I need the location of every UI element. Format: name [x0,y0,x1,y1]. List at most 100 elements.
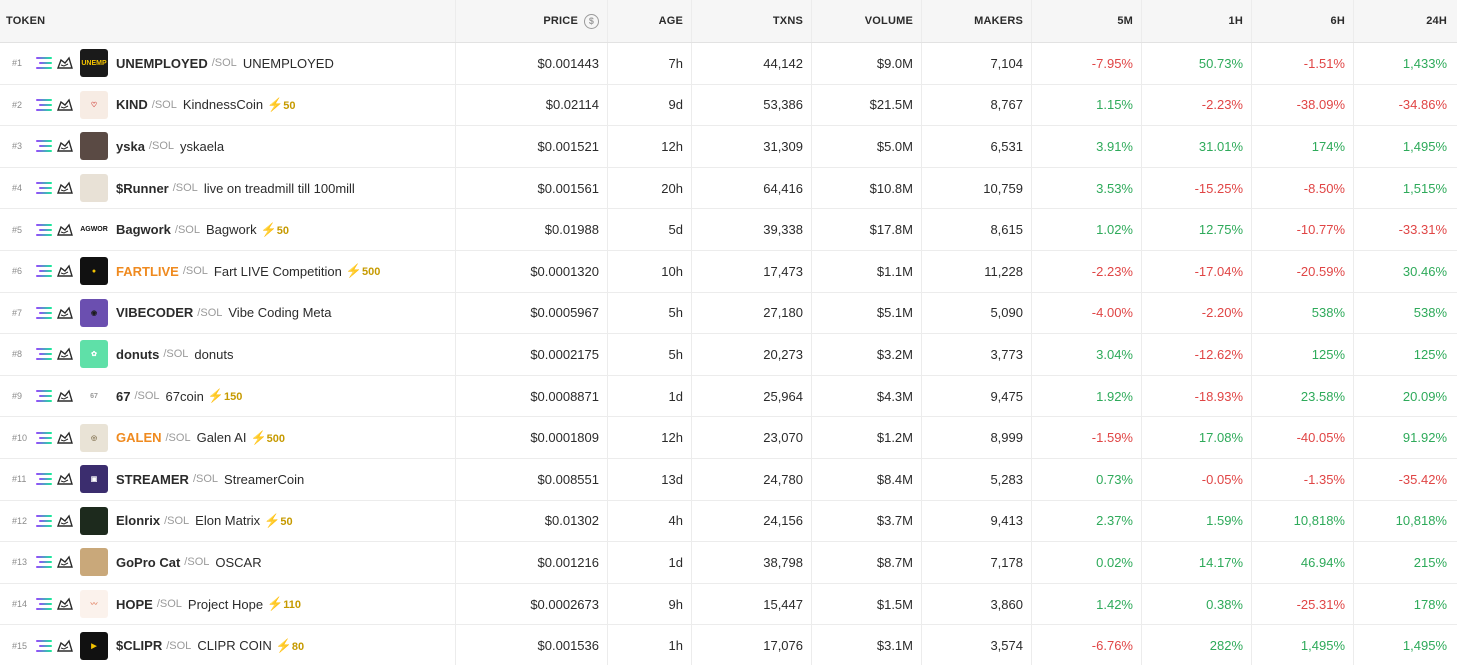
token-avatar: ◉ [80,298,108,327]
token-avatar: ◎ [80,423,108,452]
volume-cell: $5.1M [812,292,922,334]
token-cell[interactable]: #1 UNEMP UNEMPLOYED /SOL UNEMPLOYED [0,43,456,84]
token-cell[interactable]: #10 ◎ GALEN /SOL Galen AI ⚡500 [0,417,456,458]
token-cell[interactable]: #6 ● FARTLIVE /SOL Fart LIVE Competition… [0,250,456,292]
header-5m-label: 5M [1117,15,1133,27]
quote-symbol: /SOL [211,57,237,70]
token-avatar-glyph: ● [91,267,97,275]
change-6h-value: 46.94% [1300,554,1345,570]
table-row[interactable]: #9 67 67 /SOL 67coin ⚡150 $0.0008871 1d … [0,375,1457,418]
solana-chain-icon [36,223,52,237]
token-cell[interactable]: #12 Elonrix /SOL Elon Matrix ⚡50 [0,500,456,542]
txns-cell: 17,076 [692,625,812,665]
table-row[interactable]: #3 yska /SOL yskaela $0.001521 12h 31,30… [0,126,1457,168]
solana-chain-icon [36,472,52,486]
change-6h-cell: -25.31% [1252,583,1354,625]
header-5m[interactable]: 5M [1032,0,1142,42]
table-row[interactable]: #5 BAGWORK Bagwork /SOL Bagwork ⚡50 $0.0… [0,209,1457,251]
token-symbol: UNEMPLOYED [116,55,208,71]
header-1h[interactable]: 1H [1142,0,1252,42]
token-cell[interactable]: #5 BAGWORK Bagwork /SOL Bagwork ⚡50 [0,209,456,250]
price-value: $0.0001809 [530,430,599,446]
price-cell: $0.02114 [456,84,608,126]
header-24h-label: 24H [1426,15,1447,27]
change-5m-value: 1.42% [1096,596,1133,612]
token-cell[interactable]: #8 ✿ donuts /SOL donuts [0,334,456,375]
header-makers[interactable]: MAKERS [922,0,1032,42]
txns-cell: 53,386 [692,84,812,126]
table-row[interactable]: #1 UNEMP UNEMPLOYED /SOL UNEMPLOYED $0.0… [0,43,1457,85]
token-symbol: $Runner [116,180,169,196]
token-cell[interactable]: #7 ◉ VIBECODER /SOL Vibe Coding Meta [0,292,456,334]
volume-value: $5.1M [876,305,913,321]
price-cell: $0.0002175 [456,334,608,375]
token-cell[interactable]: #3 yska /SOL yskaela [0,126,456,167]
change-1h-cell: -2.23% [1142,84,1252,126]
change-1h-value: -17.04% [1194,263,1243,279]
token-cell[interactable]: #15 ▶ $CLIPR /SOL CLIPR COIN ⚡80 [0,625,456,665]
volume-value: $4.3M [876,388,913,404]
quote-symbol: /SOL [184,556,210,569]
change-6h-cell: -38.09% [1252,84,1354,126]
dollar-toggle-icon[interactable]: $ [584,13,599,29]
header-token[interactable]: TOKEN [0,0,456,42]
table-row[interactable]: #2 ♡ KIND /SOL KindnessCoin ⚡50 $0.02114… [0,84,1457,127]
makers-value: 9,413 [990,513,1023,529]
token-name: Bagwork [205,222,257,238]
token-cell[interactable]: #13 GoPro Cat /SOL OSCAR [0,542,456,583]
change-1h-value: 50.73% [1198,55,1243,71]
makers-value: 9,475 [990,388,1023,404]
token-cell[interactable]: #11 ▣ STREAMER /SOL StreamerCoin [0,458,456,500]
token-avatar [80,174,108,203]
header-txns[interactable]: TXNS [692,0,812,42]
table-row[interactable]: #12 Elonrix /SOL Elon Matrix ⚡50 $0.0130… [0,500,1457,543]
price-cell: $0.0001320 [456,250,608,292]
header-price[interactable]: PRICE $ [456,0,608,42]
table-row[interactable]: #7 ◉ VIBECODER /SOL Vibe Coding Meta $0.… [0,292,1457,335]
table-row[interactable]: #15 ▶ $CLIPR /SOL CLIPR COIN ⚡80 $0.0015… [0,625,1457,665]
price-value: $0.0001320 [530,263,599,279]
token-avatar-glyph: BAGWORK [80,226,108,234]
token-cell[interactable]: #9 67 67 /SOL 67coin ⚡150 [0,375,456,417]
token-cell[interactable]: #2 ♡ KIND /SOL KindnessCoin ⚡50 [0,84,456,126]
txns-value: 24,156 [763,513,803,529]
change-6h-value: 125% [1311,346,1345,362]
table-row[interactable]: #13 GoPro Cat /SOL OSCAR $0.001216 1d 38… [0,542,1457,584]
token-cell[interactable]: #4 $Runner /SOL live on treadmill till 1… [0,167,456,209]
table-row[interactable]: #8 ✿ donuts /SOL donuts $0.0002175 5h 20… [0,334,1457,376]
header-6h[interactable]: 6H [1252,0,1354,42]
makers-value: 8,615 [990,222,1023,238]
makers-cell: 7,104 [922,43,1032,84]
table-row[interactable]: #14 〰 HOPE /SOL Project Hope ⚡110 $0.000… [0,583,1457,626]
lightning-icon: ⚡ [250,429,267,445]
token-avatar-glyph: ◎ [90,434,98,442]
age-cell: 5d [608,209,692,250]
txns-value: 25,964 [763,388,803,404]
token-cell[interactable]: #14 〰 HOPE /SOL Project Hope ⚡110 [0,583,456,625]
header-24h[interactable]: 24H [1354,0,1457,42]
age-value: 5d [668,222,683,238]
makers-value: 8,767 [990,97,1023,113]
rank-label: #12 [12,515,28,526]
table-row[interactable]: #11 ▣ STREAMER /SOL StreamerCoin $0.0085… [0,458,1457,501]
lightning-icon: ⚡ [207,388,225,404]
dex-icon [56,223,73,236]
change-6h-value: -1.35% [1303,471,1345,487]
txns-value: 24,780 [763,471,803,487]
table-row[interactable]: #6 ● FARTLIVE /SOL Fart LIVE Competition… [0,250,1457,293]
token-table: TOKEN PRICE $ AGE TXNS VOLUME MAKERS 5M 1… [0,0,1457,665]
change-24h-value: 20.09% [1402,388,1447,404]
age-value: 20h [661,180,683,196]
boost-count: 150 [224,391,243,404]
table-row[interactable]: #10 ◎ GALEN /SOL Galen AI ⚡500 $0.000180… [0,417,1457,459]
header-volume[interactable]: VOLUME [812,0,922,42]
table-row[interactable]: #4 $Runner /SOL live on treadmill till 1… [0,167,1457,210]
change-1h-cell: 282% [1142,625,1252,665]
change-24h-value: -35.42% [1398,471,1447,487]
makers-cell: 8,767 [922,84,1032,126]
dex-icon [56,472,73,485]
volume-cell: $10.8M [812,167,922,209]
change-6h-value: -8.50% [1303,180,1345,196]
header-age[interactable]: AGE [608,0,692,42]
age-value: 1h [668,638,683,654]
